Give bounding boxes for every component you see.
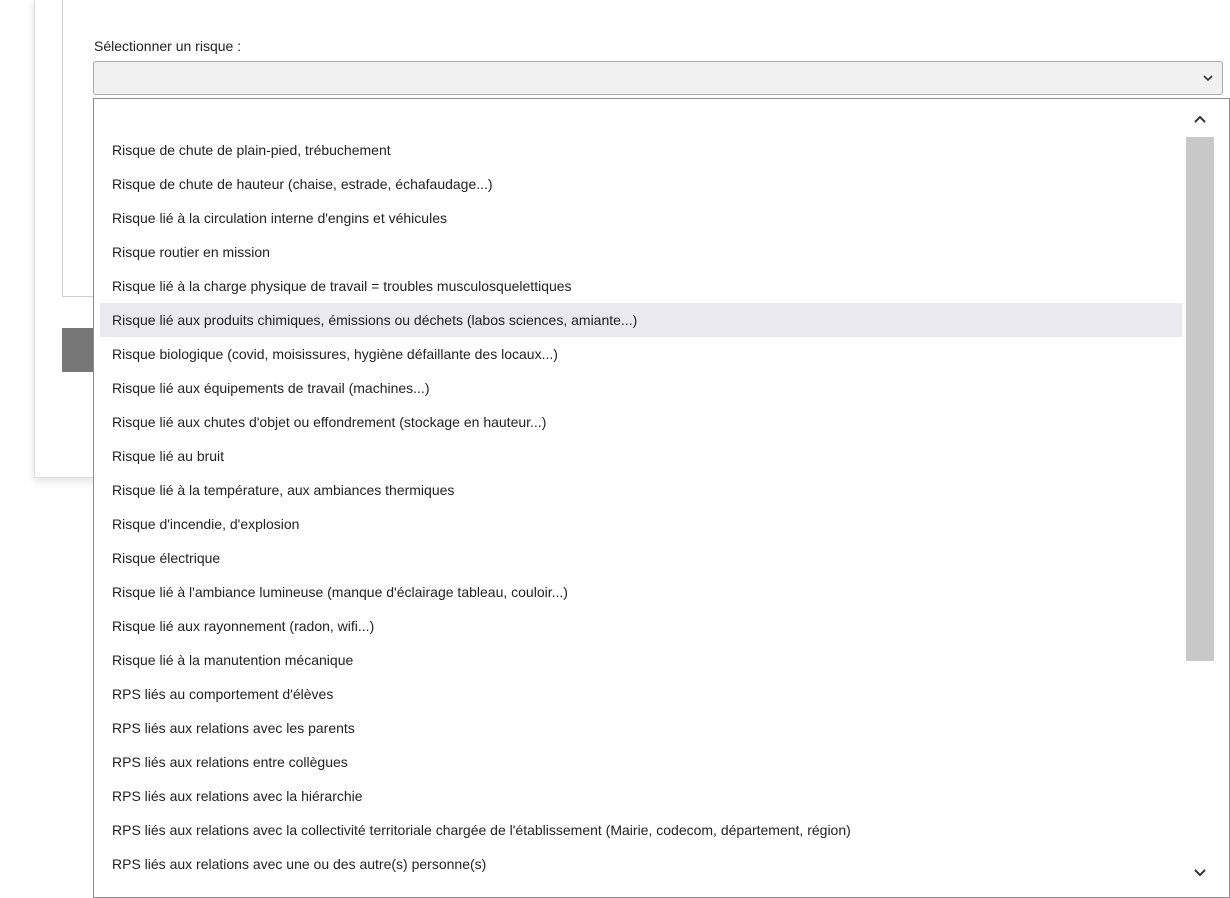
risk-select[interactable] (93, 61, 1223, 95)
chevron-down-icon (1202, 71, 1214, 83)
dropdown-option[interactable]: Risque lié au bruit (100, 439, 1186, 473)
risk-dropdown-list[interactable]: Risque de chute de plain-pied, trébuchem… (93, 98, 1230, 898)
dropdown-option[interactable]: Risque lié à la charge physique de trava… (100, 269, 1186, 303)
dropdown-option[interactable]: Risque électrique (100, 541, 1186, 575)
scroll-down-button[interactable] (1182, 859, 1218, 887)
dropdown-option[interactable]: Risque biologique (covid, moisissures, h… (100, 337, 1186, 371)
dropdown-option[interactable]: Risque lié à la température, aux ambianc… (100, 473, 1186, 507)
scroll-thumb[interactable] (1186, 137, 1214, 661)
dropdown-option[interactable]: Risque lié à la manutention mécanique (100, 643, 1186, 677)
dropdown-option[interactable]: Risque lié à la circulation interne d'en… (100, 201, 1186, 235)
dropdown-option[interactable]: Risque de chute de hauteur (chaise, estr… (100, 167, 1186, 201)
dropdown-scrollbar[interactable] (1182, 99, 1218, 897)
dropdown-option[interactable]: Risque de chute de plain-pied, trébuchem… (100, 133, 1186, 167)
dropdown-option[interactable]: RPS liés aux relations avec la hiérarchi… (100, 779, 1186, 813)
dropdown-option[interactable]: Risque lié aux chutes d'objet ou effondr… (100, 405, 1186, 439)
dropdown-option[interactable]: RPS liés aux relations avec les parents (100, 711, 1186, 745)
dropdown-option[interactable]: Risque lié aux équipements de travail (m… (100, 371, 1186, 405)
dropdown-option[interactable]: Risque lié à l'ambiance lumineuse (manqu… (100, 575, 1186, 609)
dropdown-option[interactable]: RPS liés au comportement d'élèves (100, 677, 1186, 711)
dropdown-option[interactable]: Risque lié aux produits chimiques, émiss… (100, 303, 1186, 337)
dropdown-option[interactable]: RPS liés aux relations entre collègues (100, 745, 1186, 779)
scroll-up-button[interactable] (1182, 105, 1218, 133)
chevron-up-icon (1193, 111, 1207, 127)
dropdown-option[interactable]: RPS liés aux relations avec une ou des a… (100, 847, 1186, 881)
chevron-down-icon (1193, 865, 1207, 881)
dropdown-option[interactable]: RPS liés aux relations avec la collectiv… (100, 813, 1186, 847)
dropdown-option[interactable]: Risque routier en mission (100, 235, 1186, 269)
dropdown-option[interactable] (100, 99, 1186, 133)
dropdown-option[interactable]: Risque lié aux rayonnement (radon, wifi.… (100, 609, 1186, 643)
select-label: Sélectionner un risque : (94, 38, 242, 54)
dropdown-option[interactable]: Risque d'incendie, d'explosion (100, 507, 1186, 541)
options-container: Risque de chute de plain-pied, trébuchem… (100, 99, 1186, 881)
